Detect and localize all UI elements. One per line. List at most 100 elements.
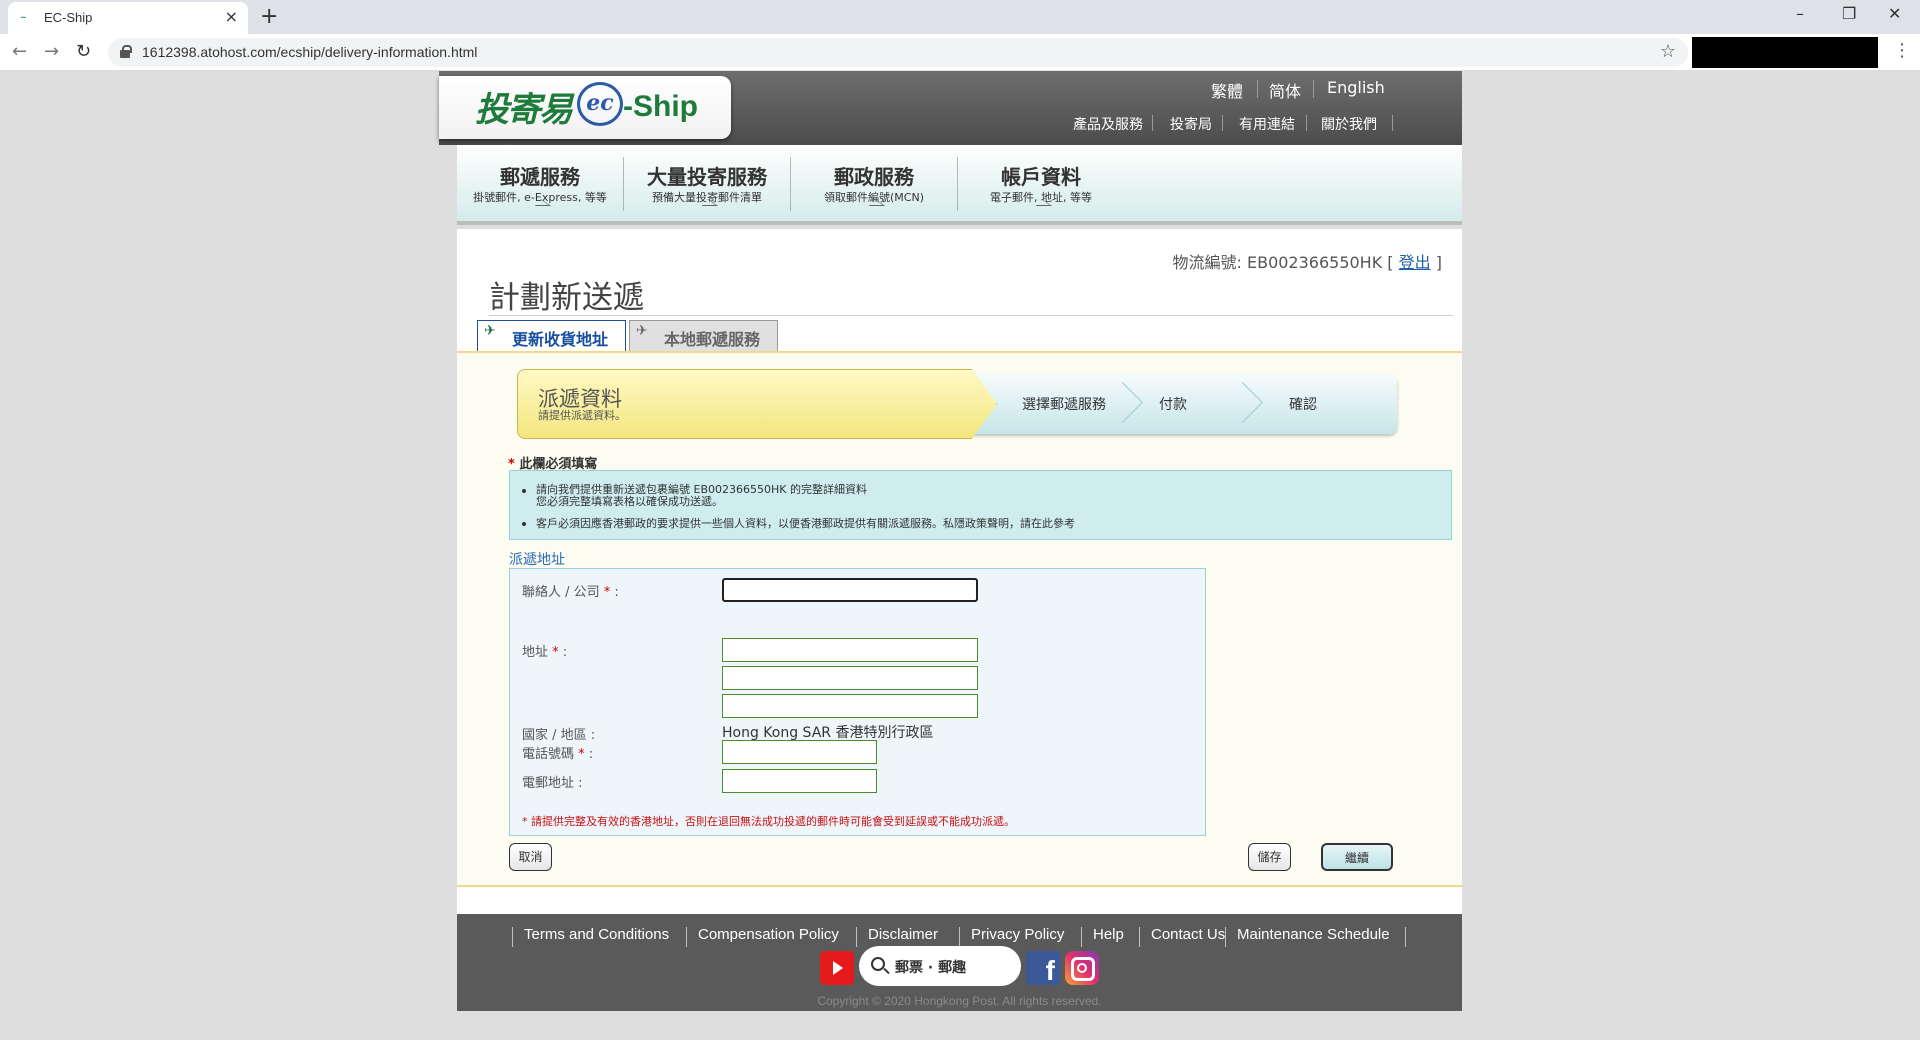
- tab-update-address[interactable]: ✈ 更新收貨地址: [477, 320, 626, 351]
- tracking-reference: 物流編號: EB002366550HK [ 登出 ]: [1173, 249, 1443, 273]
- back-icon[interactable]: ←: [12, 41, 27, 62]
- step-arrow: [1112, 374, 1132, 434]
- window-close-icon[interactable]: ✕: [1888, 4, 1901, 23]
- label-colon: :: [558, 645, 568, 660]
- step-select-service: 選擇郵遞服務: [1022, 397, 1106, 413]
- footer-link-maintenance[interactable]: Maintenance Schedule: [1237, 926, 1390, 943]
- divider: [686, 927, 687, 947]
- nav-account-info[interactable]: 帳戶資料 電子郵件, 地址, 等等: [958, 145, 1124, 221]
- divider: [1225, 927, 1226, 947]
- label-text: 電話號碼: [522, 747, 575, 762]
- instagram-icon[interactable]: [1065, 951, 1099, 985]
- new-tab-icon[interactable]: +: [260, 4, 278, 29]
- site-container: 投寄易 ec -Ship 繁體 简体 English 產品及服務 投寄局 有用連…: [439, 71, 1462, 1011]
- email-input[interactable]: [722, 769, 877, 793]
- step-payment: 付款: [1159, 397, 1187, 413]
- page-title: 計劃新送遞: [489, 280, 644, 316]
- toplink-about-us[interactable]: 關於我們: [1321, 114, 1377, 134]
- search-icon: [871, 957, 885, 971]
- toplink-post-offices[interactable]: 投寄局: [1170, 114, 1212, 134]
- bookmark-star-icon[interactable]: ☆: [1660, 41, 1676, 62]
- redacted-profile-area: [1692, 37, 1878, 68]
- address-warning: * 請提供完整及有效的香港地址，否則在退回無法成功投遞的郵件時可能會受到延誤或不…: [522, 815, 1015, 828]
- stamps-search-box[interactable]: 郵票 · 郵趣: [859, 946, 1021, 986]
- bird-icon: ✈: [484, 323, 496, 339]
- lock-icon[interactable]: [120, 45, 132, 58]
- cancel-button[interactable]: 取消: [509, 843, 552, 871]
- footer-link-disclaimer[interactable]: Disclaimer: [868, 926, 938, 943]
- divider: [1306, 115, 1307, 131]
- nav-bulk-mail[interactable]: 大量投寄服務 預備大量投寄郵件清單: [624, 145, 790, 221]
- copyright-text: Copyright © 2020 Hongkong Post. All righ…: [817, 994, 1102, 1008]
- divider: [1152, 115, 1153, 131]
- divider: [1257, 80, 1258, 98]
- chevron-down-icon: [1028, 201, 1054, 211]
- toplink-useful-links[interactable]: 有用連結: [1239, 114, 1295, 134]
- search-text: 郵票 · 郵趣: [895, 960, 967, 976]
- browser-tab-bar: ~ EC-Ship × + – ❐ ✕: [0, 0, 1920, 34]
- info-line: 您必須完整填寫表格以確保成功送遞。: [536, 495, 723, 508]
- logout-link[interactable]: 登出: [1399, 253, 1431, 272]
- facebook-icon[interactable]: f: [1026, 951, 1060, 986]
- logo-ship-text: -Ship: [623, 90, 698, 123]
- bullet: [522, 489, 526, 493]
- tab-label: 本地郵遞服務: [664, 330, 761, 349]
- footer-link-terms[interactable]: Terms and Conditions: [524, 926, 669, 943]
- address-bar[interactable]: 1612398.atohost.com/ecship/delivery-info…: [108, 38, 1688, 67]
- label-colon: :: [610, 585, 619, 600]
- contact-input[interactable]: [722, 578, 978, 602]
- form-panel: 選擇郵遞服務 付款 確認 派遞資料 請提供派遞資料。 * 此欄必須填寫 請向我們…: [457, 351, 1462, 887]
- bullet: [522, 522, 526, 526]
- footer-link-contact[interactable]: Contact Us: [1151, 926, 1225, 943]
- minimize-icon[interactable]: –: [1796, 4, 1804, 23]
- divider: [1405, 927, 1406, 947]
- label-colon: :: [584, 747, 594, 762]
- nav-postal-services[interactable]: 郵政服務 領取郵件編號(MCN): [791, 145, 957, 221]
- info-box: 請向我們提供重新送遞包裹編號 EB002366550HK 的完整詳細資料 您必須…: [509, 470, 1452, 540]
- section-title: 派遞地址: [509, 552, 565, 568]
- step-confirm: 確認: [1289, 397, 1317, 413]
- lang-traditional[interactable]: 繁體: [1211, 78, 1243, 102]
- browser-toolbar: ← → ↻ 1612398.atohost.com/ecship/deliver…: [0, 34, 1920, 71]
- site-header: 投寄易 ec -Ship 繁體 简体 English 產品及服務 投寄局 有用連…: [439, 71, 1462, 145]
- address-label: 地址 * :: [522, 641, 567, 660]
- phone-input[interactable]: [722, 740, 877, 764]
- divider: [1313, 80, 1314, 98]
- upcoming-steps: 選擇郵遞服務 付款 確認: [972, 374, 1397, 434]
- footer-link-privacy[interactable]: Privacy Policy: [971, 926, 1064, 943]
- continue-button[interactable]: 繼續: [1321, 843, 1393, 871]
- lang-english[interactable]: English: [1327, 78, 1385, 97]
- reload-icon[interactable]: ↻: [76, 41, 91, 62]
- country-value: Hong Kong SAR 香港特別行政區: [722, 725, 934, 741]
- nav-title: 郵政服務: [834, 165, 914, 189]
- url-text[interactable]: 1612398.atohost.com/ecship/delivery-info…: [142, 44, 477, 60]
- footer-link-help[interactable]: Help: [1093, 926, 1124, 943]
- forward-icon[interactable]: →: [44, 41, 59, 62]
- youtube-icon[interactable]: [820, 951, 854, 985]
- toplink-products[interactable]: 產品及服務: [1073, 114, 1143, 134]
- current-step: 派遞資料 請提供派遞資料。: [517, 369, 997, 439]
- save-button[interactable]: 儲存: [1248, 843, 1291, 871]
- logo-chinese-text: 投寄易: [475, 90, 573, 130]
- chevron-down-icon: [861, 201, 887, 211]
- lang-simplified[interactable]: 简体: [1269, 78, 1301, 102]
- address-line2-input[interactable]: [722, 666, 978, 690]
- contact-label: 聯絡人 / 公司 * :: [522, 581, 619, 600]
- step-delivery-info-subtitle: 請提供派遞資料。: [538, 409, 626, 422]
- tab-local-mail[interactable]: ✈ 本地郵遞服務: [629, 320, 778, 351]
- nav-title: 大量投寄服務: [647, 165, 767, 189]
- restore-icon[interactable]: ❐: [1842, 4, 1856, 23]
- phone-label: 電話號碼 * :: [522, 743, 593, 762]
- browser-tab[interactable]: ~ EC-Ship ×: [8, 2, 248, 34]
- address-line1-input[interactable]: [722, 638, 978, 662]
- address-line3-input[interactable]: [722, 694, 978, 718]
- tab-label: 更新收貨地址: [512, 330, 609, 349]
- tab-close-icon[interactable]: ×: [225, 7, 238, 26]
- browser-menu-icon[interactable]: ⋮: [1893, 40, 1911, 61]
- ecship-logo[interactable]: 投寄易 ec -Ship: [439, 76, 731, 139]
- main-nav: 郵遞服務 掛號郵件, e-Express, 等等 大量投寄服務 預備大量投寄郵件…: [457, 145, 1462, 225]
- footer-link-compensation[interactable]: Compensation Policy: [698, 926, 839, 943]
- nav-mail-services[interactable]: 郵遞服務 掛號郵件, e-Express, 等等: [457, 145, 623, 221]
- divider: [1222, 115, 1223, 131]
- divider: [959, 927, 960, 947]
